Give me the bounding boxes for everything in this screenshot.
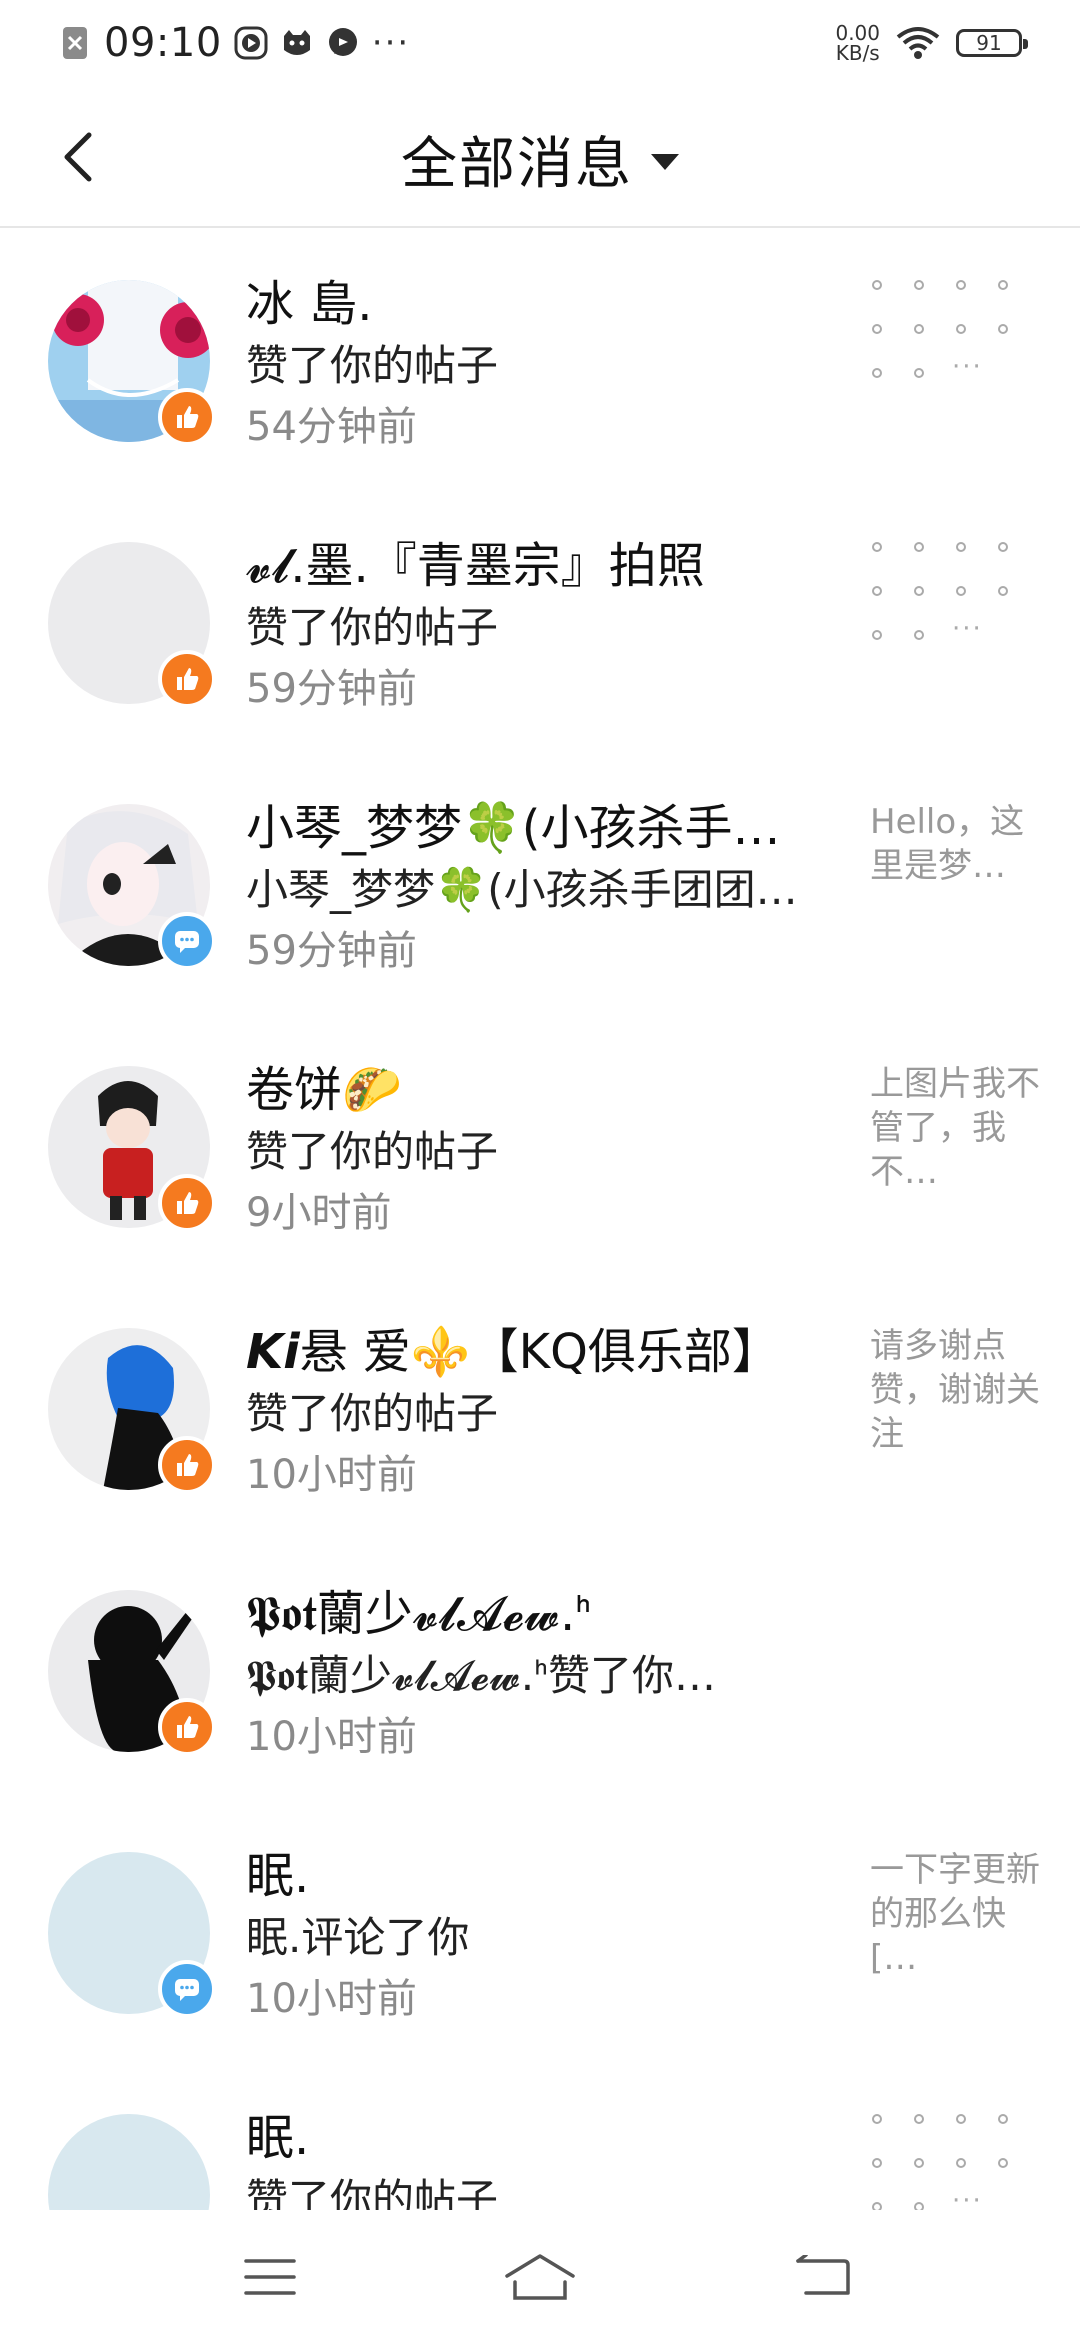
like-badge-icon xyxy=(158,388,216,446)
avatar[interactable] xyxy=(48,2114,210,2210)
comment-badge-icon xyxy=(158,1960,216,2018)
message-item[interactable]: 冰 島. 赞了你的帖子 54分钟前 ··· xyxy=(0,228,1080,490)
sender-name[interactable]: 𝓿𝓵.墨.『青墨宗』拍照 xyxy=(246,526,846,596)
back-icon xyxy=(796,2255,850,2295)
post-preview-text[interactable]: 一下字更新的那么快[… xyxy=(870,1848,1040,1980)
title-dropdown[interactable]: 全部消息 xyxy=(0,114,1080,204)
message-item[interactable]: 𝕻𝖔𝖙蘭少𝓿𝓵𝓐𝓮𝔀.ᑋ 𝕻𝖔𝖙蘭少𝓿𝓵𝓐𝓮𝔀.ᑋ赞了你… 10小时前 xyxy=(0,1538,1080,1800)
message-action: 眠.评论了你 xyxy=(246,1913,470,1962)
page-title: 全部消息 xyxy=(401,131,633,197)
message-item[interactable]: 眠. 眠.评论了你 10小时前 一下字更新的那么快[… xyxy=(0,1800,1080,2062)
cat-icon xyxy=(280,26,314,60)
message-action: 赞了你的帖子 xyxy=(246,1127,499,1176)
sender-name[interactable]: 眠. xyxy=(246,2098,846,2168)
sender-name[interactable]: 𝙆𝙞悬 爱⚜️【KQ俱乐部】 xyxy=(246,1312,846,1382)
network-speed-unit: KB/s xyxy=(835,41,880,65)
sender-name[interactable]: 卷饼🌮 xyxy=(246,1050,846,1120)
home-button[interactable] xyxy=(500,2242,580,2312)
message-item[interactable]: 𝙆𝙞悬 爱⚜️【KQ俱乐部】赞了你的帖子 10小时前 请多谢点赞，谢谢关注 xyxy=(0,1276,1080,1538)
menu-icon xyxy=(244,2259,296,2295)
menu-button[interactable] xyxy=(230,2242,310,2312)
header: 全部消息 xyxy=(0,84,1080,228)
sender-name[interactable]: 眠. xyxy=(246,1836,846,1906)
sender-name[interactable]: 𝕻𝖔𝖙蘭少𝓿𝓵𝓐𝓮𝔀.ᑋ xyxy=(246,1574,846,1644)
home-icon xyxy=(505,2254,575,2300)
post-preview-text[interactable]: 上图片我不管了，我不… xyxy=(870,1062,1040,1194)
message-time: 59分钟前 xyxy=(246,666,417,712)
message-item[interactable]: 小琴_梦梦🍀(小孩杀手… 小琴_梦梦🍀(小孩杀手团团… 59分钟前 Hello，这里是… xyxy=(0,752,1080,1014)
sender-name[interactable]: 小琴_梦梦🍀(小孩杀手… xyxy=(246,788,846,858)
navigation-bar xyxy=(0,2210,1080,2340)
network-speed: 0.00 KB/s xyxy=(835,23,880,63)
battery-icon: 91 xyxy=(956,29,1028,57)
message-time: 9小时前 xyxy=(246,1190,392,1236)
clock: 09:10 xyxy=(104,20,222,66)
caret-down-icon xyxy=(651,154,679,170)
wifi-icon xyxy=(894,26,942,60)
message-action: 𝕻𝖔𝖙蘭少𝓿𝓵𝓐𝓮𝔀.ᑋ赞了你… xyxy=(246,1651,717,1700)
like-badge-icon xyxy=(158,650,216,708)
post-thumbnail-placeholder[interactable]: ··· xyxy=(872,280,1022,390)
post-thumbnail-placeholder[interactable]: ··· xyxy=(872,542,1022,652)
message-item[interactable]: 卷饼🌮 赞了你的帖子 9小时前 上图片我不管了，我不… xyxy=(0,1014,1080,1276)
more-notifications: ··· xyxy=(371,23,411,63)
message-time: 10小时前 xyxy=(246,1976,417,2022)
network-speed-value: 0.00 xyxy=(835,21,880,45)
like-badge-icon xyxy=(158,1174,216,1232)
like-badge-icon xyxy=(158,1436,216,1494)
like-badge-icon xyxy=(158,1698,216,1756)
message-time: 54分钟前 xyxy=(246,404,417,450)
message-action: 赞了你的帖子 xyxy=(246,341,499,390)
post-preview-text[interactable]: 请多谢点赞，谢谢关注 xyxy=(870,1324,1040,1456)
post-preview-text[interactable]: Hello，这里是梦… xyxy=(870,800,1040,888)
message-time: 59分钟前 xyxy=(246,928,417,974)
message-action: 赞了你的帖子 xyxy=(246,603,499,652)
message-item[interactable]: 𝓿𝓵.墨.『青墨宗』拍照赞了你的帖子 59分钟前 ··· xyxy=(0,490,1080,752)
message-list[interactable]: 冰 島. 赞了你的帖子 54分钟前 ··· 𝓿𝓵.墨.『青墨宗』拍照 赞了你的帖子 59分钟… xyxy=(0,228,1080,2210)
post-thumbnail-placeholder[interactable]: ··· xyxy=(872,2114,1022,2210)
status-bar: 09:10 ··· 0.00 KB/s 91 xyxy=(0,0,1080,84)
comment-badge-icon xyxy=(158,912,216,970)
chat-bubble-icon xyxy=(326,26,360,60)
sender-name[interactable]: 冰 島. xyxy=(246,264,846,334)
status-bar-right: 0.00 KB/s 91 xyxy=(835,18,1028,68)
message-action: 小琴_梦梦🍀(小孩杀手团团… xyxy=(246,865,798,914)
message-action: 赞了你的帖子 xyxy=(246,1389,499,1438)
message-time: 10小时前 xyxy=(246,1452,417,1498)
status-bar-left: 09:10 ··· xyxy=(58,18,410,68)
play-icon xyxy=(234,26,268,60)
message-time: 10小时前 xyxy=(246,1714,417,1760)
close-notification-icon xyxy=(58,26,92,60)
message-action: 赞了你的帖子 xyxy=(246,2175,499,2210)
battery-level: 91 xyxy=(976,31,1002,55)
message-item[interactable]: 眠. 赞了你的帖子 ··· xyxy=(0,2062,1080,2210)
back-nav-button[interactable] xyxy=(782,2242,862,2312)
